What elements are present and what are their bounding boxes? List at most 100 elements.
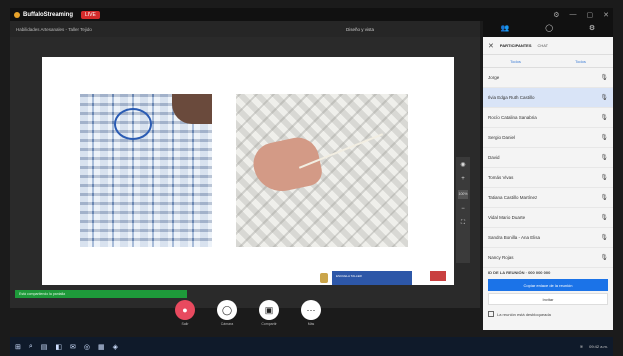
- zoom-level: 100%: [457, 190, 469, 199]
- call-controls: ● Salir ◯ Cámara ▣ Compartir ⋯ Más: [175, 300, 321, 326]
- leave-control[interactable]: ● Salir: [175, 300, 195, 326]
- system-tray: ≋ 09:42 a.m.: [580, 344, 608, 349]
- slide-footer-logo: ESCUELA TALLER: [320, 271, 412, 285]
- close-icon[interactable]: ✕: [603, 11, 609, 19]
- start-icon[interactable]: ⊞: [15, 343, 21, 351]
- panel-subtabs: Todos Todos: [483, 55, 613, 68]
- mic-icon[interactable]: 🎙: [600, 134, 608, 141]
- tab-chat[interactable]: CHAT: [538, 43, 549, 48]
- clock[interactable]: 09:42 a.m.: [589, 344, 608, 349]
- os-taskbar: ⊞ ⌕ ▤ ◧ ✉ ◎ ▦ ◈ ≋ 09:42 a.m.: [10, 337, 613, 356]
- share-control[interactable]: ▣ Compartir: [259, 300, 279, 326]
- minimize-icon[interactable]: —: [570, 11, 577, 19]
- more-label: Más: [307, 322, 315, 326]
- app-name: BuffaloStreaming: [14, 11, 73, 18]
- mic-icon[interactable]: 🎙: [600, 94, 608, 101]
- highlight-circle: [114, 108, 152, 140]
- list-item[interactable]: Sergio Daniel 🎙: [483, 128, 613, 148]
- participant-list: Jorge 🎙 Ilvia Edga Ruth Castillo 🎙 Rocío C…: [483, 68, 613, 268]
- files-icon[interactable]: ▦: [98, 343, 105, 351]
- camera-toggle-icon[interactable]: ◯: [217, 300, 237, 320]
- participant-name: Sergio Daniel: [488, 135, 516, 140]
- more-icon[interactable]: ⋯: [301, 300, 321, 320]
- leave-label: Salir: [181, 322, 189, 326]
- knitting-photo-right: [236, 94, 408, 247]
- meeting-id-label: ID DE LA REUNIÓN · 000 000 000: [488, 270, 551, 275]
- mic-icon[interactable]: 🎙: [600, 74, 608, 81]
- zoom-in-icon[interactable]: +: [461, 176, 465, 183]
- settings-icon[interactable]: ⚙: [553, 11, 559, 19]
- participants-panel: ✕ PARTICIPANTES CHAT Todos Todos Jorge 🎙 …: [483, 37, 613, 330]
- share-label: Compartir: [261, 322, 277, 326]
- copy-link-button[interactable]: Copiar enlace de la reunión: [488, 279, 608, 291]
- fullscreen-icon[interactable]: ⛶: [461, 220, 465, 227]
- presentation-slide: ESCUELA TALLER: [42, 57, 454, 285]
- knitting-photo-left: [80, 94, 212, 247]
- list-item[interactable]: Jorge 🎙: [483, 68, 613, 88]
- search-icon[interactable]: ⌕: [29, 343, 33, 351]
- sharing-status-bar: Está compartiendo la pantalla: [15, 290, 187, 298]
- mic-icon[interactable]: 🎙: [600, 214, 608, 221]
- chat-icon[interactable]: ◯: [545, 24, 553, 32]
- mail-icon[interactable]: ✉: [70, 343, 76, 351]
- wifi-icon[interactable]: ≋: [580, 344, 583, 349]
- close-panel-icon[interactable]: ✕: [488, 42, 494, 50]
- participant-name: David: [488, 155, 500, 160]
- app-logo-icon: [14, 11, 20, 18]
- list-item[interactable]: Tomás Vivas 🎙: [483, 168, 613, 188]
- meeting-header: Habilidades Artesanales - Taller Tejido …: [10, 21, 480, 37]
- task-view-icon[interactable]: ▤: [41, 343, 48, 351]
- participant-name: Jorge: [488, 75, 500, 80]
- participant-name: Vidal Mario Duarte: [488, 215, 526, 220]
- mic-icon[interactable]: 🎙: [600, 154, 608, 161]
- participant-name: Rocío Catalina Sanabria: [488, 115, 537, 120]
- participant-name: Tatiana Castillo Martínez: [488, 195, 538, 200]
- live-badge: LIVE: [81, 10, 100, 19]
- mic-icon[interactable]: 🎙: [600, 174, 608, 181]
- mute-all-button[interactable]: Todos: [510, 59, 521, 64]
- app-icon[interactable]: ◈: [113, 343, 118, 351]
- footer-tag: ESCUELA TALLER: [336, 274, 362, 278]
- view-tools: ◉ + 100% − ⛶: [456, 157, 470, 263]
- browser-icon[interactable]: ◧: [55, 343, 62, 351]
- chrome-icon[interactable]: ◎: [84, 343, 90, 351]
- share-screen-icon[interactable]: ▣: [259, 300, 279, 320]
- participant-name: Ilvia Edga Ruth Castillo: [488, 95, 535, 100]
- mic-icon[interactable]: 🎙: [600, 234, 608, 241]
- mic-icon[interactable]: 🎙: [600, 194, 608, 201]
- list-item[interactable]: Rocío Catalina Sanabria 🎙: [483, 108, 613, 128]
- participant-name: Tomás Vivas: [488, 175, 514, 180]
- unmute-all-button[interactable]: Todos: [575, 59, 586, 64]
- list-item[interactable]: Sandra Bonilla - Ana Elisa 🎙: [483, 228, 613, 248]
- zoom-out-icon[interactable]: −: [461, 206, 465, 213]
- participant-name: Nancy Rojas: [488, 255, 514, 260]
- camera-control[interactable]: ◯ Cámara: [217, 300, 237, 326]
- list-item[interactable]: David 🎙: [483, 148, 613, 168]
- meeting-title: Habilidades Artesanales - Taller Tejido: [16, 26, 92, 32]
- mic-icon[interactable]: 🎙: [600, 114, 608, 121]
- shared-screen-stage: ESCUELA TALLER ◉ + 100% − ⛶: [10, 37, 480, 308]
- maximize-icon[interactable]: ▢: [587, 11, 594, 19]
- lock-meeting-toggle[interactable]: La reunión está desbloqueada: [483, 307, 613, 321]
- list-item[interactable]: Nancy Rojas 🎙: [483, 248, 613, 268]
- checkbox-icon[interactable]: [488, 311, 494, 317]
- camera-label: Cámara: [220, 322, 234, 326]
- list-item[interactable]: Vidal Mario Duarte 🎙: [483, 208, 613, 228]
- window-controls: ⚙ — ▢ ✕: [553, 11, 609, 19]
- panel-header: ✕ PARTICIPANTES CHAT: [483, 37, 613, 55]
- top-right-toolbar: 👥 ◯ ⚙: [483, 19, 613, 37]
- mic-icon[interactable]: 🎙: [600, 254, 608, 261]
- participant-name: Sandra Bonilla - Ana Elisa: [488, 235, 541, 240]
- gear-icon[interactable]: ⚙: [589, 24, 595, 32]
- leave-icon[interactable]: ●: [175, 300, 195, 320]
- list-item[interactable]: Ilvia Edga Ruth Castillo 🎙: [483, 88, 613, 108]
- camera-icon[interactable]: ◉: [460, 162, 465, 169]
- more-control[interactable]: ⋯ Más: [301, 300, 321, 326]
- crest-icon: [320, 273, 328, 283]
- layout-button[interactable]: Diseño y vista: [346, 27, 374, 32]
- tab-participants[interactable]: PARTICIPANTES: [500, 43, 532, 48]
- invite-button[interactable]: Invitar: [488, 293, 608, 305]
- list-item[interactable]: Tatiana Castillo Martínez 🎙: [483, 188, 613, 208]
- participants-icon[interactable]: 👥: [501, 24, 510, 32]
- sharing-status-text: Está compartiendo la pantalla: [19, 292, 66, 296]
